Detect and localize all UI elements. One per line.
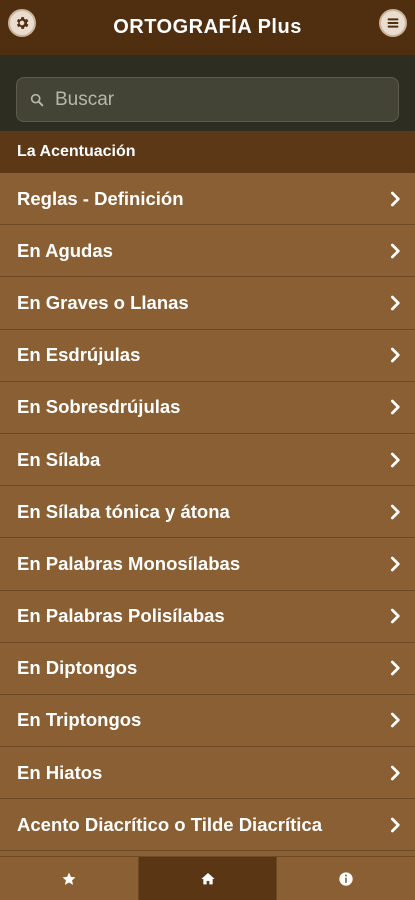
- app-title: ORTOGRAFÍA Plus: [113, 16, 302, 38]
- chevron-right-icon: [391, 452, 400, 467]
- chevron-right-icon: [391, 660, 400, 676]
- list-item-label: En Triptongos: [17, 709, 142, 731]
- hamburger-menu-icon: [387, 18, 399, 28]
- list-item[interactable]: En Hiatos: [0, 747, 415, 800]
- list-item[interactable]: En Graves o Llanas: [0, 277, 415, 330]
- list-item[interactable]: En Diptongos: [0, 642, 415, 695]
- search-bar-area: [0, 55, 415, 131]
- list-item-label: En Sílaba: [17, 448, 101, 470]
- chevron-right-icon: [391, 347, 400, 363]
- list-item-label: En Sílaba tónica y átona: [17, 500, 230, 522]
- star-icon: [62, 872, 76, 885]
- list-item-label: En Graves o Llanas: [17, 291, 189, 313]
- bottom-navigation: [0, 856, 415, 900]
- list-item[interactable]: En Sobresdrújulas: [0, 381, 415, 434]
- chevron-right-icon: [391, 817, 400, 833]
- list-item[interactable]: En Palabras Monosílabas: [0, 538, 415, 591]
- list-item-label: En Diptongos: [17, 657, 138, 679]
- info-icon: [339, 871, 353, 886]
- gear-icon: [16, 17, 29, 29]
- home-icon: [200, 872, 215, 884]
- list-item[interactable]: En Agudas: [0, 225, 415, 278]
- chevron-right-icon: [391, 191, 400, 206]
- list-item[interactable]: En Triptongos: [0, 694, 415, 748]
- chevron-right-icon: [391, 295, 400, 311]
- list-item[interactable]: Acento Diacrítico o Tilde Diacrítica: [0, 799, 415, 852]
- section-header: La Acentuación: [0, 131, 415, 173]
- list-item-label: Reglas - Definición: [17, 187, 184, 209]
- chevron-right-icon: [391, 400, 400, 415]
- list-item-label: En Sobresdrújulas: [17, 396, 181, 418]
- chevron-right-icon: [391, 765, 400, 780]
- tab-favorites[interactable]: [0, 857, 139, 900]
- chevron-right-icon: [391, 713, 400, 728]
- list-item[interactable]: En Esdrújulas: [0, 329, 415, 382]
- tab-home[interactable]: [138, 857, 278, 900]
- list-item[interactable]: Reglas - Definición: [0, 173, 415, 226]
- menu-button[interactable]: [379, 9, 407, 37]
- chevron-right-icon: [391, 243, 400, 259]
- settings-button[interactable]: [8, 9, 36, 37]
- list-item[interactable]: En Sílaba tónica y átona: [0, 486, 415, 539]
- app-screen: ORTOGRAFÍA Plus La Acentuación Reglas - …: [0, 0, 415, 900]
- list-item[interactable]: En Sílaba: [0, 433, 415, 487]
- top-header: ORTOGRAFÍA Plus: [0, 0, 415, 55]
- chevron-right-icon: [391, 556, 400, 572]
- list-item-label: En Esdrújulas: [17, 344, 141, 366]
- list-item-label: Acento Diacrítico o Tilde Diacrítica: [17, 813, 322, 835]
- chevron-right-icon: [391, 504, 400, 520]
- topic-list: Reglas - Definición En Agudas En Graves o …: [0, 173, 415, 852]
- search-box[interactable]: [16, 77, 399, 122]
- list-item-label: En Palabras Polisílabas: [17, 605, 225, 627]
- search-icon: [30, 93, 44, 106]
- tab-info[interactable]: [277, 857, 415, 900]
- list-item-label: En Hiatos: [17, 761, 103, 783]
- chevron-right-icon: [391, 608, 400, 624]
- search-input[interactable]: [55, 88, 375, 111]
- list-item[interactable]: En Palabras Polisílabas: [0, 590, 415, 643]
- list-item-label: En Agudas: [17, 239, 113, 261]
- list-item-label: En Palabras Monosílabas: [17, 552, 241, 574]
